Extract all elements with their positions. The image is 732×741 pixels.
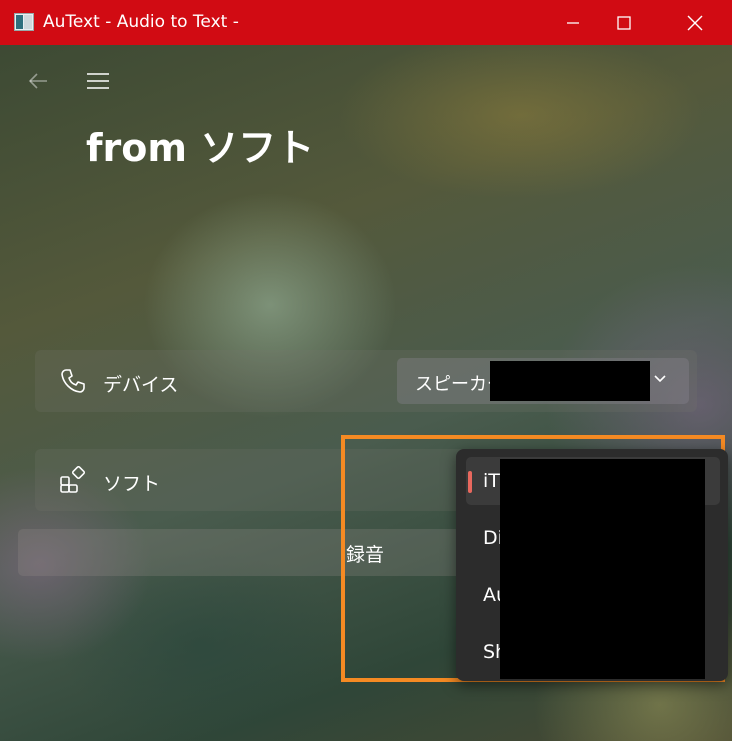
maximize-icon	[617, 15, 631, 30]
app-icon	[14, 13, 34, 31]
minimize-icon	[567, 21, 579, 24]
menu-button[interactable]	[84, 67, 112, 95]
page-content: from ソフト デバイス スピーカー ソフト 録音 iT Di Au Sh	[0, 45, 732, 741]
apps-add-icon	[60, 466, 86, 493]
title-bar: AuText - Audio to Text -	[0, 0, 732, 45]
redacted-block	[500, 459, 705, 679]
app-window: AuText - Audio to Text - from ソフト デバイス ス…	[0, 0, 732, 741]
hamburger-icon	[87, 73, 109, 89]
maximize-button[interactable]	[601, 0, 647, 45]
close-button[interactable]	[672, 0, 718, 45]
page-title: from ソフト	[86, 126, 315, 170]
device-setting-card: デバイス スピーカー	[35, 350, 697, 412]
back-button[interactable]	[24, 67, 52, 95]
device-select[interactable]: スピーカー	[397, 358, 689, 404]
redacted-block	[490, 361, 650, 401]
close-icon	[687, 15, 703, 30]
minimize-button[interactable]	[550, 0, 596, 45]
software-label: ソフト	[103, 473, 161, 495]
arrow-left-icon	[28, 73, 47, 89]
window-title: AuText - Audio to Text -	[43, 12, 239, 32]
phone-icon	[61, 369, 85, 393]
selection-indicator	[468, 471, 472, 493]
dropdown-option-label: iT	[483, 470, 500, 492]
chevron-down-icon	[654, 375, 666, 383]
device-label: デバイス	[103, 374, 179, 396]
software-dropdown-list: iT Di Au Sh	[456, 449, 728, 681]
